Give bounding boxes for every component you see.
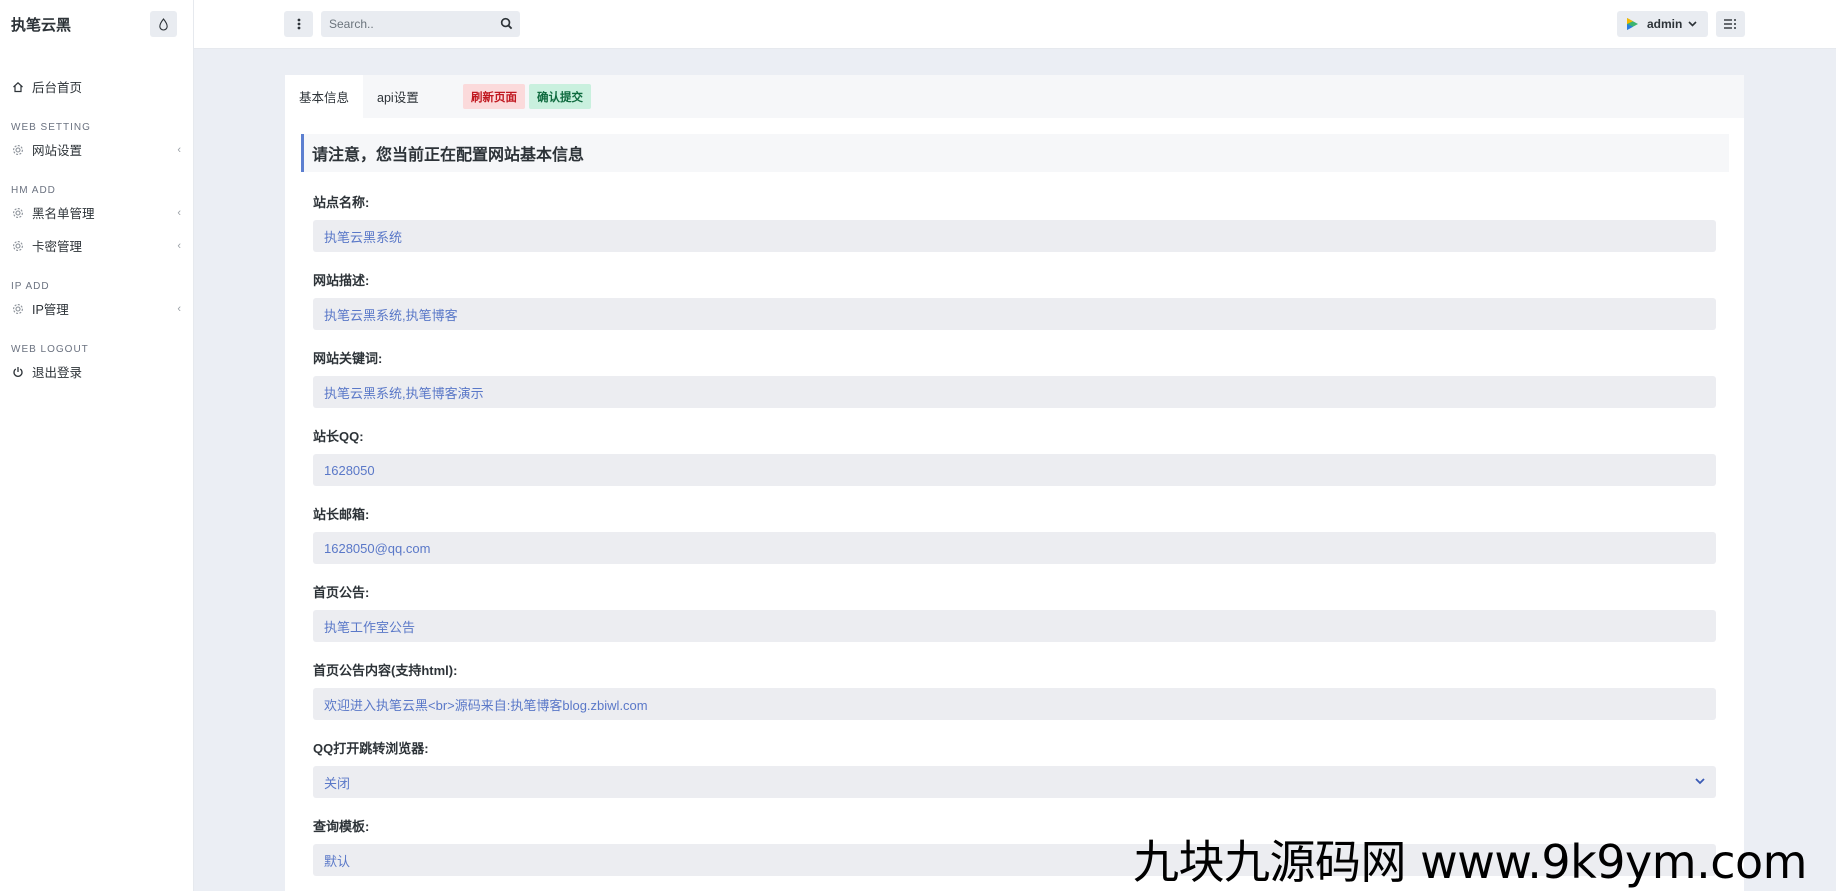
sidebar-heading: HM ADD [11,185,56,196]
form-field: QQ打开跳转浏览器: 关闭 [313,738,1716,798]
chevron-left-icon: ‹ [177,206,181,219]
tabs-bar: 基本信息 api设置 刷新页面 确认提交 [285,75,1744,118]
gear-icon [11,206,25,220]
field-label: 站长邮箱: [313,507,370,522]
sidebar-item-label: IP管理 [32,303,69,317]
field-value: 关闭 [324,775,351,791]
form-field: 首页公告内容(支持html): 欢迎进入执笔云黑<br>源码来自:执笔博客blog… [313,660,1716,720]
field-input[interactable]: 执笔工作室公告 [313,610,1716,642]
chevron-down-icon [1688,21,1697,27]
field-input[interactable]: 1628050 [313,454,1716,486]
form-field: 站点名称: 执笔云黑系统 [313,192,1716,252]
gear-icon [11,143,25,157]
refresh-page-button[interactable]: 刷新页面 [463,84,525,109]
form-field: 网站描述: 执笔云黑系统,执笔博客 [313,270,1716,330]
confirm-submit-button[interactable]: 确认提交 [529,84,591,109]
field-label: 站点名称: [313,195,370,210]
avatar-icon [1627,18,1638,30]
sidebar: 执笔云黑 后台首页 WEB SETTING 网站设置 ‹ HM ADD 黑名单管理 ‹ 卡密管… [0,0,194,891]
sidebar-heading: WEB SETTING [11,122,91,133]
kebab-icon [297,18,300,30]
sidebar-item[interactable]: 退出登录 [0,355,193,388]
settings-card: 基本信息 api设置 刷新页面 确认提交 请注意，您当前正在配置网站基本信息 站… [285,75,1744,891]
theme-toggle-button[interactable] [150,11,177,37]
sidebar-item[interactable]: 卡密管理 ‹ [0,229,193,262]
field-input[interactable]: 欢迎进入执笔云黑<br>源码来自:执笔博客blog.zbiwl.com [313,688,1716,720]
sidebar-heading: IP ADD [11,281,50,292]
chevron-down-icon [1695,778,1705,785]
field-value: 默认 [324,853,351,869]
field-label: 首页公告: [313,585,370,600]
brand-logo[interactable]: 执笔云黑 [11,14,71,35]
field-value: 1628050@qq.com [324,540,431,556]
list-icon [1724,19,1736,29]
field-label: 首页公告内容(支持html): [313,663,458,678]
search-box [321,11,520,37]
sidebar-item[interactable]: 黑名单管理 ‹ [0,196,193,229]
settings-form: 站点名称: 执笔云黑系统网站描述: 执笔云黑系统,执笔博客网站关键词: 执笔云黑系统,… [285,172,1744,876]
chevron-left-icon: ‹ [177,143,181,156]
sidebar-item-label: 后台首页 [32,81,83,95]
field-input[interactable]: 执笔云黑系统 [313,220,1716,252]
notice-banner: 请注意，您当前正在配置网站基本信息 [301,134,1729,172]
gear-icon [11,239,25,253]
field-input[interactable]: 1628050@qq.com [313,532,1716,564]
chevron-left-icon: ‹ [177,302,181,315]
form-field: 首页公告: 执笔工作室公告 [313,582,1716,642]
sidebar-item[interactable]: 网站设置 ‹ [0,133,193,166]
sidebar-nav: 后台首页 WEB SETTING 网站设置 ‹ HM ADD 黑名单管理 ‹ 卡密管理 ‹ IP … [0,48,193,388]
field-value: 执笔工作室公告 [324,619,416,635]
search-icon[interactable] [500,17,513,30]
search-input[interactable] [321,17,491,31]
home-icon [11,80,25,94]
field-value: 欢迎进入执笔云黑<br>源码来自:执笔博客blog.zbiwl.com [324,697,648,713]
field-label: 网站关键词: [313,351,383,366]
sidebar-item[interactable]: IP管理 ‹ [0,292,193,325]
right-panel-button[interactable] [1716,11,1745,37]
gear-icon [11,302,25,316]
sidebar-item-label: 黑名单管理 [32,207,95,221]
droplet-icon [159,17,168,31]
field-label: QQ打开跳转浏览器: [313,741,429,756]
sidebar-item-label: 退出登录 [32,366,83,380]
field-value: 执笔云黑系统,执笔博客 [324,307,458,323]
power-icon [11,365,25,379]
field-value: 执笔云黑系统 [324,229,403,245]
sidebar-heading: WEB LOGOUT [11,344,89,355]
field-label: 站长QQ: [313,429,364,444]
sidebar-item[interactable]: 后台首页 [0,70,193,103]
field-value: 1628050 [324,462,375,478]
sidebar-item-label: 网站设置 [32,144,83,158]
chevron-left-icon: ‹ [177,239,181,252]
tab-api-settings[interactable]: api设置 [363,75,433,118]
form-field: 网站关键词: 执笔云黑系统,执笔博客演示 [313,348,1716,408]
field-label: 网站描述: [313,273,370,288]
user-menu-button[interactable]: admin [1617,11,1708,37]
form-field: 站长QQ: 1628050 [313,426,1716,486]
more-options-button[interactable] [284,11,313,37]
form-field: 站长邮箱: 1628050@qq.com [313,504,1716,564]
watermark-text: 九块九源码网 www.9k9ym.com [1133,835,1807,889]
field-select[interactable]: 关闭 [313,766,1716,798]
field-input[interactable]: 执笔云黑系统,执笔博客演示 [313,376,1716,408]
sidebar-item-label: 卡密管理 [32,240,83,254]
tab-basic-info[interactable]: 基本信息 [285,75,364,118]
field-value: 执笔云黑系统,执笔博客演示 [324,385,484,401]
topbar: admin [194,0,1836,49]
user-name: admin [1647,17,1683,31]
field-input[interactable]: 执笔云黑系统,执笔博客 [313,298,1716,330]
